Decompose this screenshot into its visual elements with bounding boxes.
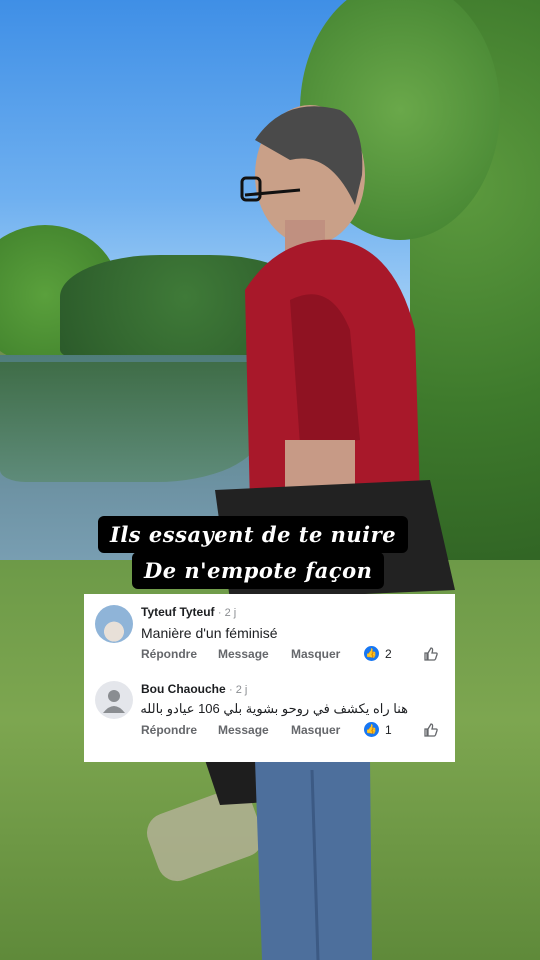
comment-time: · 2 j xyxy=(217,607,237,619)
thumbs-up-outline-icon[interactable] xyxy=(423,646,439,662)
thumbs-up-outline-icon[interactable] xyxy=(423,722,439,738)
caption-line-2: De n'empote façon xyxy=(132,552,385,589)
avatar[interactable] xyxy=(95,605,133,643)
comment-author[interactable]: Tyteuf Tyteuf · 2 j xyxy=(141,605,236,619)
video-background xyxy=(0,0,540,960)
message-button[interactable]: Message xyxy=(218,647,269,661)
comment-item: Tyteuf Tyteuf · 2 j Manière d'un féminis… xyxy=(84,594,455,674)
hide-button[interactable]: Masquer xyxy=(291,723,340,737)
comment-item: Bou Chaouche · 2 j هنا راه يكشف في روحو … xyxy=(84,674,455,762)
person xyxy=(205,105,455,960)
like-count: 👍 2 xyxy=(364,646,392,661)
comment-author[interactable]: Bou Chaouche · 2 j xyxy=(141,682,247,696)
comment-time: · 2 j xyxy=(229,684,248,696)
comment-text: Manière d'un féminisé xyxy=(141,625,278,641)
thumbs-up-icon: 👍 xyxy=(364,646,379,661)
reply-button[interactable]: Répondre xyxy=(141,647,197,661)
person-silhouette-icon[interactable] xyxy=(95,681,133,719)
like-count: 👍 1 xyxy=(364,722,392,737)
reply-button[interactable]: Répondre xyxy=(141,723,197,737)
comment-text: هنا راه يكشف في روحو بشوية بلي 106 عيادو… xyxy=(140,701,408,716)
caption-line-1: Ils essayent de te nuire xyxy=(98,516,409,553)
hide-button[interactable]: Masquer xyxy=(291,647,340,661)
thumbs-up-icon: 👍 xyxy=(364,722,379,737)
comments-card: Tyteuf Tyteuf · 2 j Manière d'un féminis… xyxy=(84,594,455,762)
message-button[interactable]: Message xyxy=(218,723,269,737)
